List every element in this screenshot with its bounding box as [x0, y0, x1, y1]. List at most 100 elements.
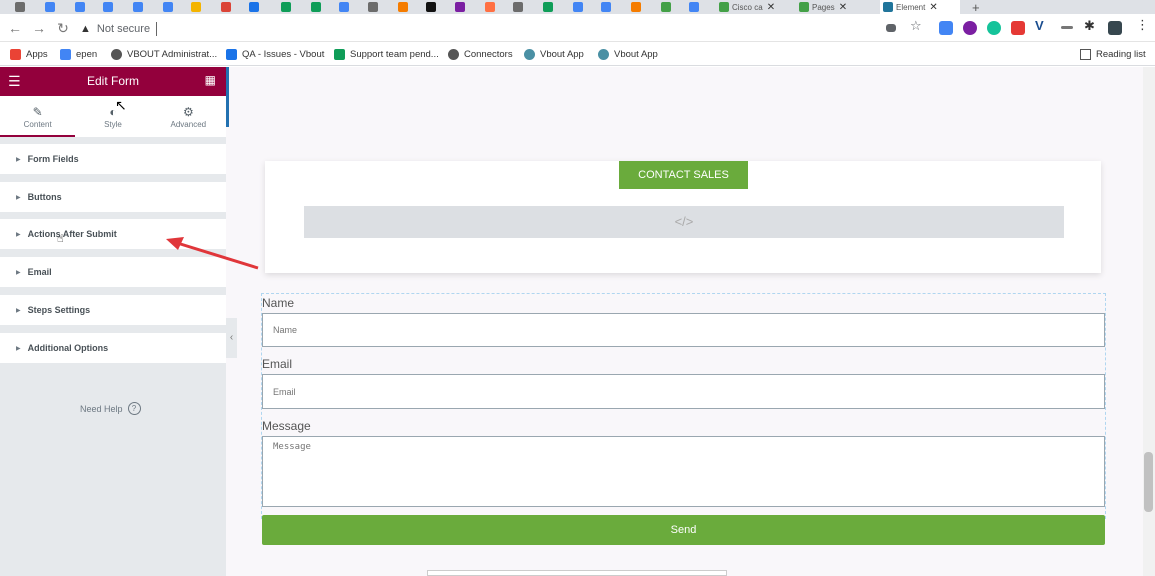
bookmark-item[interactable]: VBOUT Administrat... [111, 46, 217, 62]
bookmark-item[interactable]: epen [60, 46, 97, 62]
tab-favicon-icon [249, 2, 259, 12]
back-icon[interactable]: ← [6, 19, 24, 37]
camera-icon[interactable] [886, 24, 896, 32]
email-field[interactable] [262, 374, 1105, 409]
forward-icon[interactable]: → [30, 19, 48, 37]
tab-favicon-icon [398, 2, 408, 12]
browser-tab[interactable] [188, 0, 204, 14]
browser-tab[interactable] [628, 0, 644, 14]
profile-avatar[interactable] [1108, 21, 1122, 35]
browser-tab[interactable] [598, 0, 614, 14]
collapse-panel-icon[interactable]: ‹ [226, 318, 237, 358]
bookmark-item[interactable]: Apps [10, 46, 48, 62]
tab-style[interactable]: ◐ Style [75, 96, 150, 137]
extension-red-icon[interactable] [1011, 21, 1025, 35]
browser-tab[interactable]: Pages ✕ [796, 0, 876, 14]
reading-list[interactable]: Reading list [1080, 46, 1146, 62]
panel-header: ☰ Edit Form ▦ [0, 67, 226, 96]
tab-label: Pages [812, 2, 835, 12]
tab-favicon-icon [426, 2, 436, 12]
bookmark-item[interactable]: Vbout App [598, 46, 658, 62]
message-field[interactable] [262, 436, 1105, 507]
browser-tab[interactable] [130, 0, 146, 14]
bookmark-label: epen [76, 48, 98, 60]
tab-close-icon[interactable]: ✕ [839, 2, 847, 13]
tab-close-icon[interactable]: ✕ [767, 2, 775, 13]
send-button[interactable]: Send [262, 515, 1105, 545]
section-email[interactable]: ▶ Email [0, 257, 226, 287]
browser-tab[interactable] [42, 0, 58, 14]
extension-flower-icon[interactable] [963, 21, 977, 35]
reload-icon[interactable]: ↻ [54, 19, 72, 37]
bookmark-item[interactable]: Connectors [448, 46, 513, 62]
browser-tab[interactable] [278, 0, 294, 14]
browser-tab[interactable] [686, 0, 702, 14]
tab-close-icon[interactable]: ✕ [929, 2, 937, 13]
new-tab-button[interactable]: + [972, 0, 980, 14]
section-form-fields[interactable]: ▶ Form Fields [0, 144, 226, 174]
caret-right-icon: ▶ [16, 156, 21, 163]
browser-tab[interactable] [336, 0, 352, 14]
bookmark-item[interactable]: Support team pend... [334, 46, 439, 62]
eyedropper-icon[interactable] [1061, 26, 1073, 29]
browser-tab[interactable] [365, 0, 381, 14]
browser-tab[interactable] [246, 0, 262, 14]
star-icon[interactable]: ☆ [910, 18, 924, 33]
section-label: Steps Settings [27, 305, 91, 315]
tab-favicon-icon [883, 2, 893, 12]
tab-favicon-icon [573, 2, 583, 12]
section-steps-settings[interactable]: ▶ Steps Settings [0, 295, 226, 325]
browser-tab[interactable] [482, 0, 498, 14]
panel-edge-indicator [226, 67, 229, 127]
translate-icon[interactable] [939, 21, 953, 35]
grammarly-icon[interactable] [987, 21, 1001, 35]
browser-tab[interactable] [423, 0, 439, 14]
browser-tab[interactable] [100, 0, 116, 14]
browser-tab[interactable] [658, 0, 674, 14]
section-additional-options[interactable]: ▶ Additional Options [0, 333, 226, 363]
browser-tab[interactable] [510, 0, 526, 14]
browser-tab[interactable] [570, 0, 586, 14]
tab-favicon-icon [163, 2, 173, 12]
bookmark-label: Support team pend... [350, 48, 439, 60]
contact-sales-button[interactable]: CONTACT SALES [619, 161, 748, 189]
not-secure-label: Not secure [96, 22, 151, 35]
section-buttons[interactable]: ▶ Buttons [0, 182, 226, 212]
tab-favicon-icon [339, 2, 349, 12]
vbout-icon[interactable]: V [1035, 18, 1049, 33]
tab-advanced-label: Advanced [170, 120, 207, 129]
browser-tab[interactable]: Element ✕ [880, 0, 960, 14]
globe-icon [111, 48, 122, 60]
browser-tab[interactable] [160, 0, 176, 14]
name-field[interactable] [262, 313, 1105, 347]
browser-tab[interactable] [395, 0, 411, 14]
address-bar[interactable]: ▲ Not secure [80, 18, 930, 39]
tab-favicon-icon [455, 2, 465, 12]
bookmark-item[interactable]: Vbout App [524, 46, 584, 62]
tab-style-label: Style [104, 120, 122, 129]
bookmarks-bar: Vbout App Vbout App Connectors Support team… [0, 42, 1155, 66]
tab-favicon-icon [311, 2, 321, 12]
widgets-grid-icon[interactable]: ▦ [205, 73, 216, 87]
extensions-puzzle-icon[interactable]: ✱ [1084, 18, 1098, 33]
browser-tab[interactable] [218, 0, 234, 14]
browser-tab[interactable] [72, 0, 88, 14]
browser-tab[interactable] [452, 0, 468, 14]
tab-favicon-icon [543, 2, 553, 12]
tab-favicon-icon [133, 2, 143, 12]
tab-favicon-icon [485, 2, 495, 12]
browser-tab[interactable] [308, 0, 324, 14]
bookmark-item[interactable]: QA - Issues - Vbout [226, 46, 324, 62]
browser-tab[interactable] [540, 0, 556, 14]
browser-tab[interactable]: Cisco ca ✕ [716, 0, 796, 14]
section-actions-after-submit[interactable]: ▶ Actions After Submit [0, 219, 226, 249]
tab-favicon-icon [601, 2, 611, 12]
tab-favicon-icon [631, 2, 641, 12]
tab-content[interactable]: ✎ Content [0, 96, 76, 137]
browser-tab[interactable] [12, 0, 28, 14]
need-help-link[interactable]: Need Help ? [80, 402, 141, 415]
browser-menu-icon[interactable]: ⋮ [1136, 17, 1150, 32]
tab-advanced[interactable]: ⚙ Advanced [151, 96, 226, 137]
scrollbar-thumb[interactable] [1144, 452, 1153, 512]
html-widget-placeholder[interactable]: </> [304, 206, 1064, 238]
